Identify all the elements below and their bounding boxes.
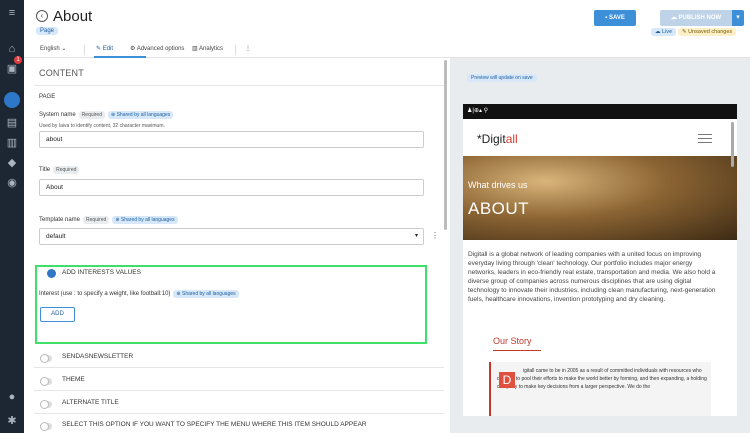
- preview-top-bar: ♟|⊕▴ ⚲: [463, 104, 737, 119]
- add-interests-label: ADD INTERESTS VALUES: [62, 269, 141, 276]
- pages-icon[interactable]: ▤: [5, 116, 19, 130]
- required-badge: Required: [78, 111, 105, 119]
- interests-highlight-box: [35, 265, 427, 344]
- sendasnewsletter-label: SENDASNEWSLETTER: [62, 353, 134, 360]
- title-label: Title Required: [39, 166, 80, 174]
- back-icon[interactable]: ‹: [36, 10, 48, 22]
- tab-analytics[interactable]: ▥ Analytics: [192, 45, 223, 52]
- content-active-icon[interactable]: [4, 92, 20, 108]
- more-options-icon[interactable]: ⋮: [245, 45, 251, 52]
- editor-scrollbar[interactable]: [444, 60, 447, 230]
- hamburger-menu-icon[interactable]: [698, 134, 712, 143]
- menu-option-label: SELECT THIS OPTION IF YOU WANT TO SPECIF…: [62, 421, 367, 428]
- alternate-title-toggle[interactable]: [40, 400, 52, 409]
- dropcap: D: [499, 372, 515, 388]
- divider: [34, 85, 444, 86]
- hero-subtitle: What drives us: [468, 180, 528, 190]
- menu-option-toggle[interactable]: [40, 422, 52, 431]
- shared-badge: ⊕ Shared by all languages: [173, 290, 239, 298]
- user-icon[interactable]: ●: [5, 390, 19, 404]
- language-selector[interactable]: English ⌄: [40, 45, 66, 52]
- chevron-down-icon: ▾: [414, 233, 418, 239]
- template-options-icon[interactable]: ⋮: [431, 231, 439, 240]
- compass-icon[interactable]: ◉: [5, 176, 19, 190]
- tasks-icon[interactable]: ▣: [5, 62, 19, 76]
- intro-paragraph: Digitall is a global network of leading …: [468, 251, 716, 303]
- preview-pane: Preview will update on save ♟|⊕▴ ⚲ *Digi…: [450, 58, 750, 433]
- template-name-label: Template name Required ⊕ Shared by all lan…: [39, 216, 178, 224]
- add-interests-toggle[interactable]: [47, 269, 56, 278]
- unsaved-changes-badge: ✎ Unsaved changes: [678, 28, 737, 36]
- story-underline: [493, 350, 541, 351]
- system-name-field[interactable]: about: [39, 131, 424, 148]
- gear-icon[interactable]: ✱: [5, 414, 19, 428]
- tag-icon[interactable]: ◆: [5, 156, 19, 170]
- shared-badge: ⊕ Shared by all languages: [107, 111, 174, 119]
- story-heading: Our Story: [493, 336, 532, 346]
- story-box: igitall came to be in 2005 as a result o…: [489, 362, 711, 416]
- home-icon[interactable]: ⌂: [5, 42, 19, 56]
- required-badge: Required: [53, 166, 80, 174]
- required-badge: Required: [83, 216, 110, 224]
- content-editor: CONTENT PAGE System name Required ⊕ Shared…: [24, 58, 450, 433]
- title-field[interactable]: About: [39, 179, 424, 196]
- preview-note: Preview will update on save: [467, 74, 537, 82]
- tab-advanced-options[interactable]: ⚙ Advanced options: [130, 45, 184, 52]
- analytics-icon[interactable]: ▥: [5, 136, 19, 150]
- divider: [84, 45, 85, 55]
- page-label: PAGE: [39, 94, 56, 100]
- preview-frame: ♟|⊕▴ ⚲ *Digitall What drives us ABOUT Di…: [463, 104, 737, 416]
- sendasnewsletter-toggle[interactable]: [40, 354, 52, 363]
- theme-toggle[interactable]: [40, 377, 52, 386]
- hero-banner: What drives us ABOUT: [463, 156, 737, 240]
- divider: [235, 45, 236, 55]
- theme-label: THEME: [62, 376, 85, 383]
- live-status-badge: ☁ Live: [651, 28, 677, 36]
- template-name-select[interactable]: default ▾: [39, 228, 424, 245]
- system-name-help: Used by Iaiva to identify content, 32 ch…: [39, 123, 165, 129]
- hero-title: ABOUT: [468, 199, 530, 218]
- publish-options-chevron-icon[interactable]: ▾: [732, 10, 744, 26]
- site-logo: *Digitall: [477, 132, 518, 146]
- shared-badge: ⊕ Shared by all languages: [112, 216, 178, 224]
- tab-bar: English ⌄ ✎ Edit ⚙ Advanced options ▥ An…: [24, 42, 750, 58]
- preview-scrollbar[interactable]: [731, 122, 734, 167]
- section-title: CONTENT: [39, 68, 84, 78]
- publish-now-button[interactable]: ☁ PUBLISH NOW: [660, 10, 732, 26]
- add-interest-button[interactable]: ADD: [40, 307, 75, 322]
- alternate-title-label: ALTERNATE TITLE: [62, 399, 119, 406]
- divider: [34, 390, 444, 391]
- left-nav-rail: ≡ ⌂ ▣ 1 ▤ ▥ ◆ ◉ ● ✱: [0, 0, 24, 433]
- page-type-badge: Page: [36, 27, 59, 35]
- story-text: igitall came to be in 2005 as a result o…: [497, 368, 707, 390]
- system-name-label: System name Required ⊕ Shared by all langu…: [39, 111, 174, 119]
- divider: [34, 413, 444, 414]
- notification-badge: 1: [14, 56, 22, 64]
- divider: [34, 367, 444, 368]
- page-title: About: [53, 8, 93, 25]
- tab-edit[interactable]: ✎ Edit: [96, 45, 113, 52]
- interest-label: Interest (use : to specify a weight, lik…: [39, 290, 239, 298]
- save-button[interactable]: ▪ SAVE: [594, 10, 636, 26]
- menu-icon[interactable]: ≡: [5, 6, 19, 20]
